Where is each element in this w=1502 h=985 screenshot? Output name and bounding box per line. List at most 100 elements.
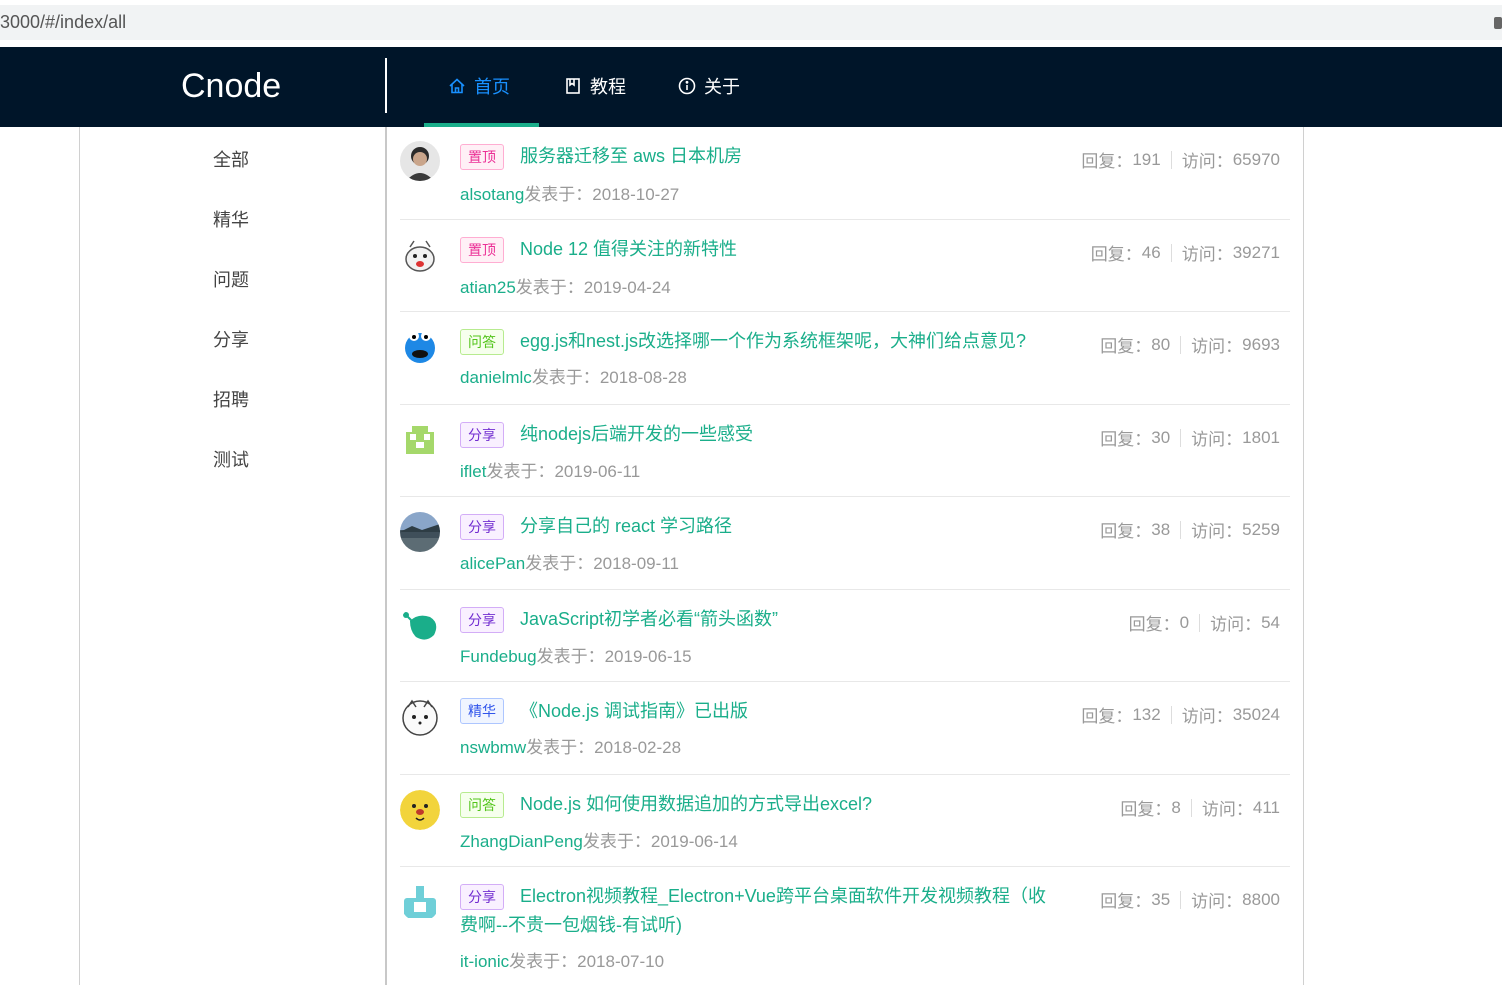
reply-count: 191 <box>1132 149 1161 169</box>
author-avatar[interactable] <box>400 882 440 922</box>
extension-icon[interactable] <box>1494 17 1502 29</box>
reply-count: 80 <box>1151 334 1171 354</box>
visits-label: 访问： <box>1181 245 1233 264</box>
topic-author[interactable]: alsotang <box>460 185 524 204</box>
author-avatar[interactable] <box>400 697 440 737</box>
author-avatar[interactable] <box>400 420 440 460</box>
reply-count: 38 <box>1151 519 1171 539</box>
topic-title[interactable]: JavaScript初学者必看“箭头函数” <box>520 605 778 634</box>
posted-label: 发表于： <box>509 952 578 971</box>
author-avatar[interactable] <box>400 790 440 830</box>
visit-count: 8800 <box>1242 889 1280 909</box>
sidebar-item-all[interactable]: 全部 <box>213 146 249 172</box>
visit-count: 54 <box>1261 612 1280 632</box>
reply-count: 8 <box>1171 797 1181 817</box>
sidebar-item-ask[interactable]: 问题 <box>213 266 249 292</box>
topic-author[interactable]: it-ionic <box>460 952 509 971</box>
topic-date: 2018-10-27 <box>592 185 680 204</box>
topic-author[interactable]: atian25 <box>460 278 516 297</box>
topic-tag: 问答 <box>460 792 504 818</box>
stats-divider <box>1180 520 1182 539</box>
stats-divider <box>1170 705 1172 724</box>
topic-title[interactable]: 《Node.js 调试指南》已出版 <box>520 697 748 726</box>
visit-count: 65970 <box>1232 149 1280 169</box>
header-divider <box>385 58 387 113</box>
topic-item[interactable]: 分享 Electron视频教程_Electron+Vue跨平台桌面软件开发视频教… <box>400 867 1290 985</box>
topic-author[interactable]: alicePan <box>460 554 525 573</box>
topic-author[interactable]: iflet <box>460 462 486 481</box>
visits-label: 访问： <box>1191 522 1243 541</box>
topic-stats: 回复： 8 访问： 411 <box>1120 795 1280 820</box>
sidebar-item-share[interactable]: 分享 <box>213 326 249 352</box>
sidebar-item-good[interactable]: 精华 <box>213 206 249 232</box>
reply-count: 35 <box>1151 889 1171 909</box>
replies-label: 回复： <box>1100 337 1152 356</box>
sidebar-item-job[interactable]: 招聘 <box>213 386 249 412</box>
topic-title-line2[interactable]: 费啊--不贵一包烟钱-有试听) <box>460 911 682 940</box>
nav-item-tutorial[interactable]: 教程 <box>564 74 626 98</box>
author-avatar[interactable] <box>400 512 440 552</box>
topic-tag: 分享 <box>460 884 504 910</box>
topic-item[interactable]: 置顶 Node 12 值得关注的新特性 atian25发表于：2019-04-2… <box>400 220 1290 312</box>
topic-title[interactable]: egg.js和nest.js改选择哪一个作为系统框架呢，大神们给点意见? <box>520 327 1026 356</box>
topic-author[interactable]: Fundebug <box>460 647 537 666</box>
posted-label: 发表于： <box>582 832 651 851</box>
reply-count: 30 <box>1151 427 1171 447</box>
nav-item-about[interactable]: 关于 <box>678 74 740 98</box>
nav-label-tutorial: 教程 <box>590 77 626 97</box>
topic-title[interactable]: 服务器迁移至 aws 日本机房 <box>520 142 742 171</box>
author-avatar[interactable] <box>400 326 440 366</box>
replies-label: 回复： <box>1081 707 1133 726</box>
topic-title[interactable]: Node 12 值得关注的新特性 <box>520 235 737 264</box>
topic-title[interactable]: 纯nodejs后端开发的一些感受 <box>520 420 753 449</box>
topic-author[interactable]: danielmlc <box>460 368 532 387</box>
visits-label: 访问： <box>1191 892 1243 911</box>
replies-label: 回复： <box>1100 522 1152 541</box>
url-text[interactable]: 3000/#/index/all <box>0 12 126 33</box>
topic-author[interactable]: ZhangDianPeng <box>460 832 583 851</box>
topic-tag: 分享 <box>460 514 504 540</box>
content-right-border <box>1303 127 1304 985</box>
topic-date: 2019-04-24 <box>583 278 671 297</box>
topic-item[interactable]: 精华 《Node.js 调试指南》已出版 nswbmw发表于：2018-02-2… <box>400 682 1290 775</box>
author-avatar[interactable] <box>400 605 440 645</box>
topic-stats: 回复： 30 访问： 1801 <box>1100 425 1280 450</box>
posted-label: 发表于： <box>515 278 584 297</box>
site-logo[interactable]: Cnode <box>181 67 281 106</box>
visits-label: 访问： <box>1181 707 1233 726</box>
sidebar-divider <box>385 127 387 985</box>
reply-count: 46 <box>1141 242 1161 262</box>
nav-label-about: 关于 <box>704 77 740 97</box>
topic-date: 2018-07-10 <box>577 952 665 971</box>
visits-label: 访问： <box>1191 430 1243 449</box>
posted-label: 发表于： <box>526 738 595 757</box>
topic-item[interactable]: 置顶 服务器迁移至 aws 日本机房 alsotang发表于：2018-10-2… <box>400 127 1290 220</box>
nav-item-home[interactable]: 首页 <box>448 74 510 98</box>
reply-count: 0 <box>1179 612 1190 632</box>
topic-item[interactable]: 问答 Node.js 如何使用数据追加的方式导出excel? ZhangDian… <box>400 775 1290 867</box>
topic-meta: alicePan发表于：2018-09-11 <box>460 549 679 574</box>
home-icon <box>449 78 465 94</box>
stats-divider <box>1170 243 1172 262</box>
topic-meta: alsotang发表于：2018-10-27 <box>460 180 679 205</box>
topic-title-line1[interactable]: Electron视频教程_Electron+Vue跨平台桌面软件开发视频教程（收 <box>520 882 1046 911</box>
author-avatar[interactable] <box>400 141 440 181</box>
topic-stats: 回复： 38 访问： 5259 <box>1100 517 1280 542</box>
sidebar-item-test[interactable]: 测试 <box>213 446 249 472</box>
topic-author[interactable]: nswbmw <box>460 738 526 757</box>
topic-item[interactable]: 分享 JavaScript初学者必看“箭头函数” Fundebug发表于：201… <box>400 590 1290 682</box>
author-avatar[interactable] <box>400 235 440 275</box>
top-header: Cnode 首页 教程 关于 <box>0 47 1502 127</box>
topic-date: 2019-06-11 <box>554 462 641 481</box>
topic-title[interactable]: 分享自己的 react 学习路径 <box>520 512 732 541</box>
stats-divider <box>1180 335 1182 354</box>
topic-meta: iflet发表于：2019-06-11 <box>460 457 640 482</box>
topic-item[interactable]: 分享 分享自己的 react 学习路径 alicePan发表于：2018-09-… <box>400 497 1290 590</box>
topic-item[interactable]: 问答 egg.js和nest.js改选择哪一个作为系统框架呢，大神们给点意见? … <box>400 312 1290 405</box>
stats-divider <box>1170 150 1172 169</box>
topic-stats: 回复： 0 访问： 54 <box>1129 610 1280 635</box>
topic-meta: ZhangDianPeng发表于：2019-06-14 <box>460 827 738 852</box>
topic-item[interactable]: 分享 纯nodejs后端开发的一些感受 iflet发表于：2019-06-11 … <box>400 405 1290 497</box>
browser-url-bar[interactable]: 3000/#/index/all <box>0 5 1502 40</box>
topic-title[interactable]: Node.js 如何使用数据追加的方式导出excel? <box>520 790 872 819</box>
